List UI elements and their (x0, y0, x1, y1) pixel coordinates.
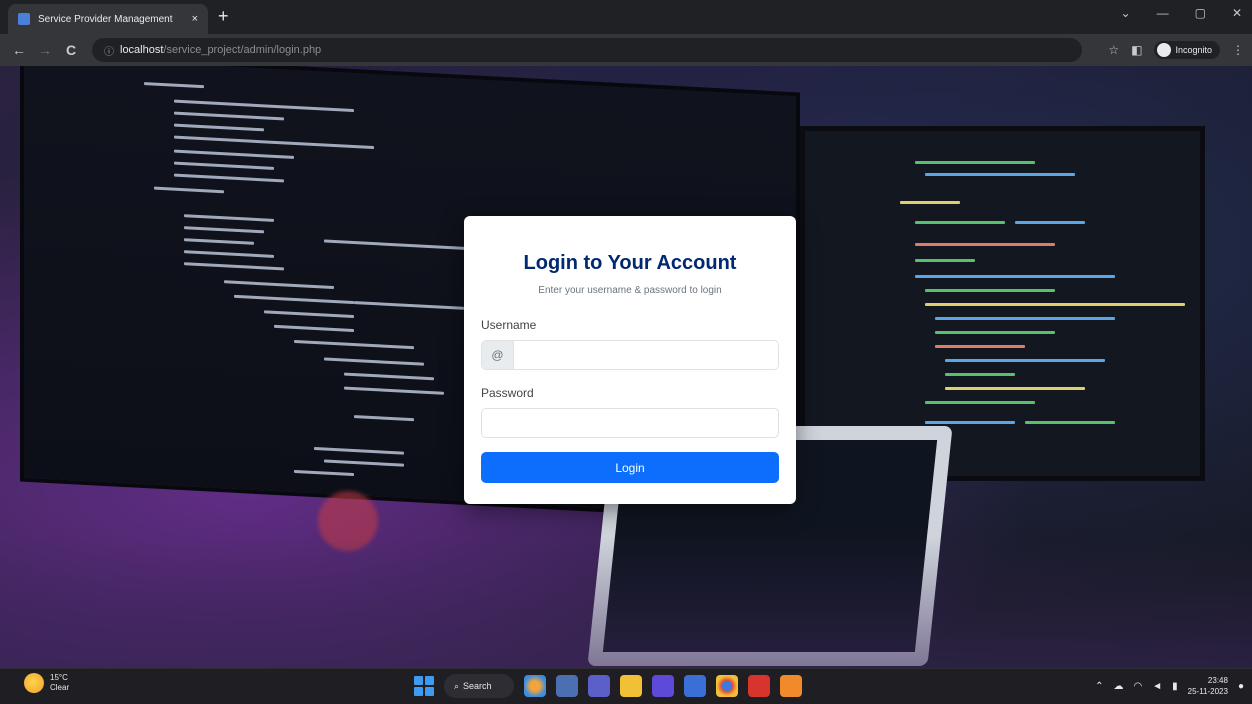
password-input[interactable] (481, 408, 779, 438)
tab-close-icon[interactable]: × (192, 13, 198, 25)
maximize-button[interactable]: ▢ (1195, 6, 1206, 20)
weather-desc: Clear (50, 683, 70, 692)
chrome-icon[interactable] (716, 675, 738, 697)
back-button[interactable]: ← (6, 42, 32, 58)
clock[interactable]: 23:48 25-11-2023 (1188, 675, 1228, 697)
task-view-icon[interactable] (556, 675, 578, 697)
volume-icon[interactable]: ◄ (1152, 681, 1162, 692)
search-label: Search (463, 681, 492, 691)
incognito-profile-button[interactable]: Incognito (1154, 41, 1220, 59)
wifi-icon[interactable]: ◠ (1133, 681, 1142, 692)
login-button[interactable]: Login (481, 452, 779, 483)
weather-temp: 15°C (50, 673, 68, 682)
store-icon[interactable] (684, 675, 706, 697)
login-subtitle: Enter your username & password to login (538, 285, 722, 296)
browser-toolbar: ← → C ⓘ localhost /service_project/admin… (0, 34, 1252, 66)
tab-title: Service Provider Management (38, 13, 173, 25)
toolbar-actions: ☆ ◧ Incognito ⋮ (1108, 41, 1244, 59)
taskbar-search[interactable]: ⌕ Search (444, 674, 514, 698)
file-explorer-icon[interactable] (620, 675, 642, 697)
bookmark-star-icon[interactable]: ☆ (1108, 43, 1119, 57)
browser-tab-strip: Service Provider Management × + ⌄ — ▢ ✕ (0, 0, 1252, 34)
app-icon-orange[interactable] (780, 675, 802, 697)
incognito-label: Incognito (1175, 45, 1212, 55)
reload-button[interactable]: C (58, 42, 84, 58)
username-label: Username (481, 318, 537, 332)
clock-time: 23:48 (1207, 676, 1228, 685)
battery-icon[interactable]: ▮ (1172, 681, 1178, 692)
taskbar: 15°C Clear ⌕ Search ⌃ ☁ ◠ ◄ ▮ 23:48 25-1… (0, 668, 1252, 704)
system-tray: ⌃ ☁ ◠ ◄ ▮ 23:48 25-11-2023 ● (1095, 675, 1244, 697)
clock-date: 25-11-2023 (1187, 687, 1228, 696)
login-title: Login to Your Account (523, 252, 737, 274)
window-controls: ⌄ — ▢ ✕ (1121, 6, 1242, 20)
app-icon-red[interactable] (748, 675, 770, 697)
copilot-icon[interactable] (524, 675, 546, 697)
side-panel-icon[interactable]: ◧ (1131, 43, 1142, 57)
onedrive-cloud-icon[interactable]: ☁ (1113, 681, 1123, 692)
at-sign-icon: @ (482, 341, 514, 369)
address-bar[interactable]: ⓘ localhost /service_project/admin/login… (92, 38, 1082, 62)
tab-search-icon[interactable]: ⌄ (1121, 6, 1131, 20)
close-window-button[interactable]: ✕ (1232, 6, 1242, 20)
windows-start-icon[interactable] (414, 676, 434, 696)
password-label: Password (481, 386, 534, 400)
minimize-button[interactable]: — (1157, 6, 1169, 20)
visual-studio-icon[interactable] (652, 675, 674, 697)
teams-icon[interactable] (588, 675, 610, 697)
forward-button[interactable]: → (32, 42, 58, 58)
weather-widget[interactable]: 15°C Clear (24, 673, 69, 693)
weather-sun-icon (24, 673, 44, 693)
username-input[interactable] (514, 341, 778, 369)
chevron-up-icon[interactable]: ⌃ (1095, 681, 1103, 692)
url-host: localhost (120, 44, 164, 56)
site-info-icon[interactable]: ⓘ (104, 43, 114, 58)
browser-tab[interactable]: Service Provider Management × (8, 4, 208, 34)
background-desk (0, 536, 1252, 668)
browser-menu-icon[interactable]: ⋮ (1232, 43, 1244, 57)
new-tab-button[interactable]: + (218, 6, 229, 26)
login-card: Login to Your Account Enter your usernam… (464, 216, 796, 504)
search-icon: ⌕ (454, 680, 460, 691)
username-input-group: @ (481, 340, 779, 370)
taskbar-apps: ⌕ Search (414, 674, 802, 698)
incognito-icon (1157, 43, 1172, 57)
url-path: /service_project/admin/login.php (163, 44, 322, 56)
notification-icon[interactable]: ● (1238, 681, 1244, 692)
favicon-icon (18, 13, 30, 25)
